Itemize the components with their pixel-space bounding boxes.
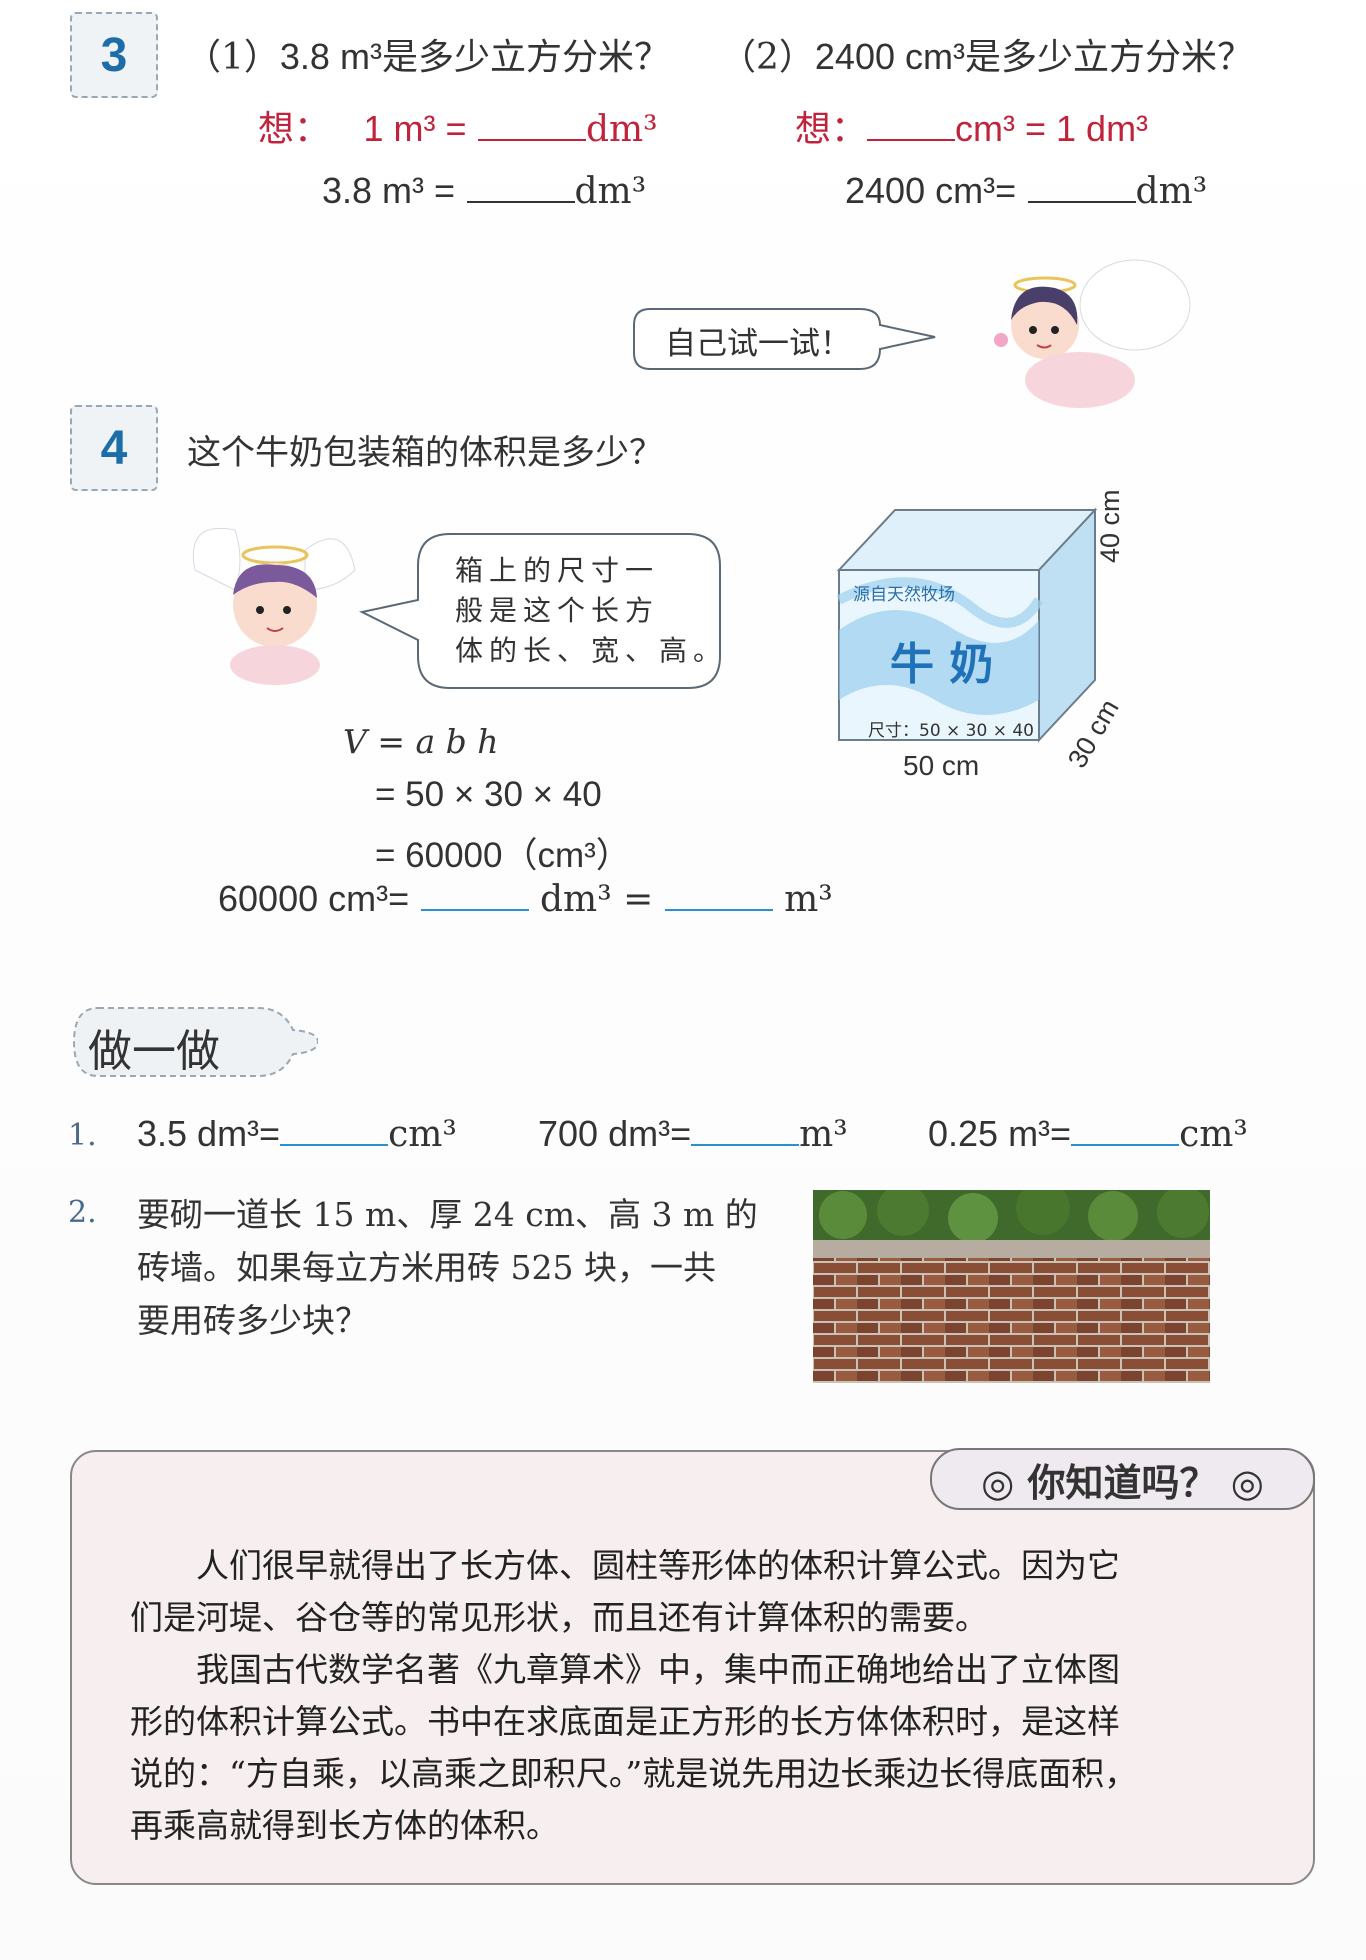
conversion-right: m³ xyxy=(784,879,833,920)
think-2: 想： cm³ = 1 dm³ xyxy=(795,100,1148,152)
p1b-blank[interactable] xyxy=(691,1144,800,1146)
calc-1: 3.8 m³ = dm³ xyxy=(322,170,646,212)
box-width-label: 50 cm xyxy=(903,750,980,781)
question-3-1: （1）3.8 m³是多少立方分米？ xyxy=(185,28,670,80)
did-you-know-title-text: 你知道吗？ xyxy=(1027,1460,1218,1505)
calc2-unit: dm³ xyxy=(1135,171,1208,212)
think2-prefix: 想： xyxy=(795,109,868,150)
bubble-line-2: 般是这个长方 xyxy=(455,594,660,627)
practice-1b: 700 dm³= m³ xyxy=(538,1113,848,1155)
formula-line-1: V = a b h xyxy=(343,722,499,761)
section-4-question: 这个牛奶包装箱的体积是多少？ xyxy=(187,433,663,473)
practice-1a: 3.5 dm³= cm³ xyxy=(137,1113,457,1155)
section-4-badge: 4 xyxy=(70,405,158,491)
box-height-text: 40 cm xyxy=(1095,489,1125,563)
calc1-left: 3.8 m³ = xyxy=(322,170,456,211)
conversion-blank-2[interactable] xyxy=(664,909,773,911)
p1a-left: 3.5 dm³= xyxy=(137,1113,281,1154)
para2-line-1: 我国古代数学名著《九章算术》中，集中而正确地给出了立体图 xyxy=(130,1650,1120,1689)
formula-line-3: = 60000（cm³） xyxy=(375,836,631,875)
para1-line-2: 们是河堤、谷仓等的常见形状，而且还有计算体积的需要。 xyxy=(130,1598,988,1637)
p1c-left: 0.25 m³= xyxy=(928,1113,1072,1154)
section-3-badge: 3 xyxy=(70,12,158,98)
volume-conversion: 60000 cm³= dm³ = m³ xyxy=(218,878,833,920)
think1-left: 1 m³ = xyxy=(363,108,467,149)
try-bubble-text: 自己试一试！ xyxy=(665,326,851,362)
conversion-left: 60000 cm³= xyxy=(218,878,410,919)
q2-question: 是多少立方分米？ xyxy=(964,37,1253,78)
practice-1-number: 1. xyxy=(68,1118,97,1153)
think1-prefix: 想： xyxy=(258,109,331,150)
practice-1c: 0.25 m³= cm³ xyxy=(928,1113,1248,1155)
p1c-blank[interactable] xyxy=(1071,1144,1180,1146)
did-you-know-title: ◎ 你知道吗？ ◎ xyxy=(981,1460,1264,1505)
textbook-page: 3 （1）3.8 m³是多少立方分米？ （2）2400 cm³是多少立方分米？ … xyxy=(0,0,1366,1960)
q2-label: （2） xyxy=(720,37,815,78)
practice-title: 做一做 xyxy=(88,1026,220,1077)
para2-line-4: 再乘高就得到长方体的体积。 xyxy=(130,1806,559,1845)
p1c-unit: cm³ xyxy=(1179,1114,1248,1155)
angel-character-left xyxy=(192,527,356,685)
milk-size-label: 尺寸：50 × 30 × 40 xyxy=(868,721,1034,741)
think1-unit: dm³ xyxy=(585,109,658,150)
p1a-unit: cm³ xyxy=(388,1114,457,1155)
think1-blank[interactable] xyxy=(477,139,586,141)
did-you-know-paragraph-2: 我国古代数学名著《九章算术》中，集中而正确地给出了立体图 形的体积计算公式。书中… xyxy=(130,1644,1270,1852)
bubble-line-3: 体的长、宽、高。 xyxy=(455,634,728,667)
practice-2-text: 要砌一道长 15 m、厚 24 cm、高 3 m 的 砖墙。如果每立方米用砖 5… xyxy=(137,1188,758,1347)
did-you-know-paragraph-1: 人们很早就得出了长方体、圆柱等形体的体积计算公式。因为它 们是河堤、谷仓等的常见… xyxy=(130,1540,1270,1644)
formula-line-2: = 50 × 30 × 40 xyxy=(375,775,602,814)
p1b-unit: m³ xyxy=(799,1114,848,1155)
p2-line-1: 要砌一道长 15 m、厚 24 cm、高 3 m 的 xyxy=(137,1195,758,1234)
angel-character-top xyxy=(994,259,1191,408)
box-height-label: 40 cm xyxy=(1095,489,1126,563)
q1-label: （1） xyxy=(185,37,280,78)
para1-line-1: 人们很早就得出了长方体、圆柱等形体的体积计算公式。因为它 xyxy=(130,1546,1120,1585)
milk-brand: 源自天然牧场 xyxy=(853,585,955,605)
question-3-2: （2）2400 cm³是多少立方分米？ xyxy=(720,28,1253,80)
bubble-line-1: 箱上的尺寸一 xyxy=(455,554,660,587)
calc2-blank[interactable] xyxy=(1027,201,1136,203)
q1-value: 3.8 m³ xyxy=(279,36,382,77)
p1b-left: 700 dm³= xyxy=(538,1113,692,1154)
section-4-number: 4 xyxy=(100,421,128,475)
conversion-blank-1[interactable] xyxy=(420,909,529,911)
calc2-left: 2400 cm³= xyxy=(845,170,1017,211)
milk-name: 牛 奶 xyxy=(890,639,994,690)
think2-unit: cm³ = 1 dm³ xyxy=(955,108,1149,149)
p2-line-3: 要用砖多少块？ xyxy=(137,1301,368,1340)
para2-line-2: 形的体积计算公式。书中在求底面是正方形的长方体体积时，是这样 xyxy=(130,1702,1120,1741)
calc1-unit: dm³ xyxy=(574,171,647,212)
conversion-mid: dm³ = xyxy=(540,879,654,920)
p1a-blank[interactable] xyxy=(280,1144,389,1146)
q2-value: 2400 cm³ xyxy=(814,36,965,77)
did-you-know-tab: ◎ 你知道吗？ ◎ xyxy=(930,1448,1315,1510)
calc1-blank[interactable] xyxy=(466,201,575,203)
practice-2-number: 2. xyxy=(68,1195,97,1230)
calc-2: 2400 cm³= dm³ xyxy=(845,170,1207,212)
brick-wall-photo xyxy=(813,1190,1210,1383)
think2-blank[interactable] xyxy=(867,139,956,141)
q1-question: 是多少立方分米？ xyxy=(381,37,670,78)
think-1: 想： 1 m³ = dm³ xyxy=(258,100,658,152)
section-3-number: 3 xyxy=(100,28,128,82)
para2-line-3: 说的：“方自乘，以高乘之即积尺。”就是说先用边长乘边长得底面积， xyxy=(130,1754,1138,1793)
dimension-bubble-text: 箱上的尺寸一 般是这个长方 体的长、宽、高。 xyxy=(455,551,727,671)
p2-line-2: 砖墙。如果每立方米用砖 525 块，一共 xyxy=(137,1248,716,1287)
